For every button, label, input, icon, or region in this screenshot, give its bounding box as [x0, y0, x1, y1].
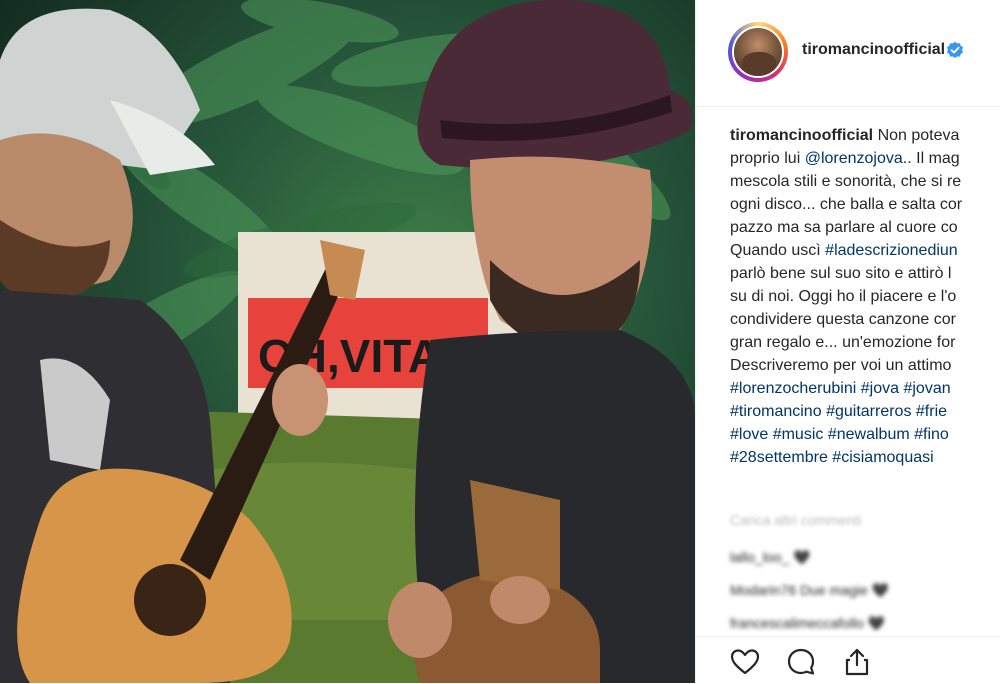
caption-text: Quando uscì [730, 242, 826, 259]
caption-text: pazzo ma sa parlare al cuore co [730, 219, 958, 236]
caption-link[interactable]: #cisiamoquasi [832, 449, 933, 466]
comment-item: Modarin76 Due magie 🖤 [730, 582, 890, 598]
caption-line: Descriveremo per voi un attimo [730, 354, 1000, 377]
caption-text: Descriveremo per voi un attimo [730, 357, 952, 374]
caption-link[interactable]: #newalbum [828, 426, 910, 443]
caption-line: Quando uscì #ladescrizionediun [730, 239, 1000, 262]
caption-text: mescola stili e sonorità, che si re [730, 173, 962, 190]
caption-line: #tiromancino #guitarreros #frie [730, 400, 1000, 423]
header-username[interactable]: tiromancinoofficial [802, 41, 945, 59]
caption-line: #lorenzocherubini #jova #jovan [730, 377, 1000, 400]
caption-line: tiromancinoofficial Non poteva [730, 124, 1000, 147]
caption-line: ogni disco... che balla e salta cor [730, 193, 1000, 216]
caption-link[interactable]: #fino [914, 426, 949, 443]
caption-line: parlò bene sul suo sito e attirò l [730, 262, 1000, 285]
caption-link[interactable]: #tiromancino [730, 403, 822, 420]
caption-username[interactable]: tiromancinoofficial [730, 127, 873, 144]
post-panel: tiromancinoofficial tiromancinoofficial … [695, 0, 1000, 683]
caption-line: proprio lui @lorenzojova.. Il mag [730, 147, 1000, 170]
caption-line: #love #music #newalbum #fino [730, 423, 1000, 446]
caption-link[interactable]: #jovan [903, 380, 950, 397]
action-bar [696, 636, 1000, 684]
caption-link[interactable]: #guitarreros [826, 403, 911, 420]
caption-text: proprio lui [730, 150, 805, 167]
caption-text: gran regalo e... un'emozione for [730, 334, 956, 351]
caption-line: gran regalo e... un'emozione for [730, 331, 1000, 354]
caption-line: #28settembre #cisiamoquasi [730, 446, 1000, 469]
caption-link[interactable]: #jova [861, 380, 899, 397]
post-photo[interactable]: OH,VITA [0, 0, 695, 683]
heart-icon[interactable] [730, 647, 760, 677]
story-ring[interactable] [728, 22, 788, 82]
caption-link[interactable]: #frie [916, 403, 947, 420]
share-icon[interactable] [842, 647, 872, 677]
caption-line: mescola stili e sonorità, che si re [730, 170, 1000, 193]
comment-item: lallo_loo_ 🖤 [730, 549, 811, 565]
caption-text: .. Il mag [902, 150, 960, 167]
caption-line: pazzo ma sa parlare al cuore co [730, 216, 1000, 239]
caption-line: condividere questa canzone cor [730, 308, 1000, 331]
verified-badge-icon [947, 41, 963, 58]
caption-text: su di noi. Oggi ho il piacere e l'o [730, 288, 957, 305]
caption-text: condividere questa canzone cor [730, 311, 956, 328]
post-header: tiromancinoofficial [696, 0, 1000, 107]
caption-text: parlò bene sul suo sito e attirò l [730, 265, 952, 282]
caption-link[interactable]: #ladescrizionediun [825, 242, 958, 259]
caption-line: su di noi. Oggi ho il piacere e l'o [730, 285, 1000, 308]
caption-link[interactable]: #28settembre [730, 449, 828, 466]
load-more-comments[interactable]: Carica altri commenti [730, 512, 861, 528]
caption-text: Non poteva [873, 127, 960, 144]
caption-link[interactable]: @lorenzojova [805, 150, 903, 167]
caption-link[interactable]: #music [773, 426, 824, 443]
caption-text: ogni disco... che balla e salta cor [730, 196, 963, 213]
comment-icon[interactable] [786, 647, 816, 677]
comment-item: francescalimeccafollo 🖤 [730, 615, 886, 631]
caption-link[interactable]: #lorenzocherubini [730, 380, 856, 397]
photo-illustration: OH,VITA [0, 0, 695, 683]
caption-link[interactable]: #love [730, 426, 768, 443]
avatar[interactable] [732, 26, 784, 78]
post-caption: tiromancinoofficial Non poteva proprio lu… [730, 124, 1000, 469]
